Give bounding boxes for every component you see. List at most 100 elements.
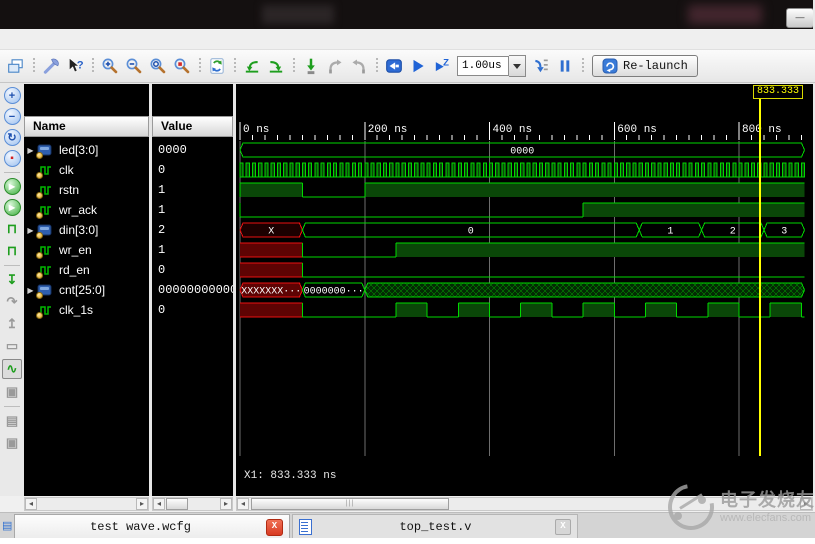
toolbar-separator (89, 55, 96, 77)
svg-text:0 ns: 0 ns (243, 124, 269, 136)
left-toolbar-separator (4, 172, 20, 173)
title-text-redacted (262, 5, 334, 24)
relaunch-label: Re-launch (623, 59, 688, 73)
relaunch-icon (602, 58, 618, 74)
prev-transition-icon[interactable]: ⊓ (3, 220, 21, 238)
marker-up-icon[interactable]: ↥ (3, 315, 21, 333)
chevron-down-icon (513, 64, 521, 69)
expand-arrow-icon[interactable]: ▶ (24, 226, 37, 235)
zoom-in-icon[interactable] (98, 54, 122, 78)
goto-bar-icon[interactable] (299, 54, 323, 78)
reload-icon[interactable]: ↻ (4, 129, 21, 146)
run-time-icon[interactable]: Z (430, 54, 454, 78)
main-toolbar: ? Z 1.00us Re-launch (0, 50, 815, 83)
run-icon[interactable] (406, 54, 430, 78)
zoom-out-icon[interactable] (122, 54, 146, 78)
value-column-header[interactable]: Value (152, 116, 233, 137)
zoom-cursor-icon[interactable] (170, 54, 194, 78)
windows-icon[interactable] (4, 54, 28, 78)
scroll-right-icon[interactable]: ▸ (136, 498, 148, 510)
step-icon[interactable] (529, 54, 553, 78)
expand-all-icon[interactable]: + (4, 87, 21, 104)
restart-icon[interactable] (382, 54, 406, 78)
svg-text:XXXXXXX···: XXXXXXX··· (241, 287, 301, 298)
console-window-icon[interactable]: ▤ (3, 412, 21, 430)
close-icon[interactable]: X (555, 519, 571, 535)
scrollbar-thumb[interactable] (166, 498, 188, 510)
wire-signal-icon (37, 263, 54, 277)
signal-name-label: clk (59, 163, 74, 177)
left-toolbar: + − ↻ ▪ ▶ ▶ ⊓ ⊓ ↧ ↷ ↥ ▭ ∿ ▣ ▤ ▣ (0, 85, 24, 513)
prev-edge-icon[interactable] (240, 54, 264, 78)
wave-window-icon[interactable]: ∿ (2, 359, 22, 379)
relaunch-button[interactable]: Re-launch (592, 55, 698, 77)
signal-row-din30[interactable]: ▶din[3:0] (24, 220, 149, 240)
run-time-value[interactable]: 1.00us (457, 56, 509, 76)
minimize-button[interactable]: — (786, 8, 814, 28)
signal-row-rd-en[interactable]: rd_en (24, 260, 149, 280)
run-time-dropdown-button[interactable] (509, 55, 526, 77)
wrench-icon[interactable] (39, 54, 63, 78)
scroll-left-icon[interactable]: ◂ (25, 498, 37, 510)
signal-row-clk-1s[interactable]: clk_1s (24, 300, 149, 320)
cursor-time-label: 833.333 (753, 85, 803, 99)
wave-panel-scrollbar[interactable]: ◂ ||| ▸ (236, 497, 813, 511)
wire-signal-icon (37, 203, 54, 217)
name-column-header[interactable]: Name (24, 116, 149, 137)
scrollbar-row: ◂ ▸ ◂ ▸ ◂ ||| ▸ (0, 496, 815, 512)
signal-badge-icon (36, 232, 43, 239)
refresh-icon[interactable] (205, 54, 229, 78)
signal-value: 0 (152, 300, 233, 320)
record-icon[interactable]: ▪ (4, 150, 21, 167)
waveform-canvas[interactable]: 0 ns200 ns400 ns600 ns800 ns0000X0123XXX… (236, 84, 813, 461)
go-start-icon[interactable]: ▶ (4, 178, 21, 195)
toolbar-separator (231, 55, 238, 77)
waveform-panel[interactable]: 0 ns200 ns400 ns600 ns800 ns0000X0123XXX… (236, 84, 813, 496)
snap-to-transition-icon[interactable]: ↧ (3, 271, 21, 289)
svg-text:Z: Z (443, 57, 449, 68)
tab-top-test-v[interactable]: top_test.v X (292, 514, 578, 539)
signal-name-label: wr_ack (59, 203, 97, 217)
redo-icon[interactable] (347, 54, 371, 78)
signal-row-wr-en[interactable]: wr_en (24, 240, 149, 260)
zoom-full-icon[interactable] (146, 54, 170, 78)
signal-row-cnt250[interactable]: ▶cnt[25:0] (24, 280, 149, 300)
scroll-right-icon[interactable]: ▸ (800, 498, 812, 510)
signal-row-wr-ack[interactable]: wr_ack (24, 200, 149, 220)
tabbar-corner-icon[interactable]: ▤ (2, 515, 13, 537)
signal-value-panel: Value 0000011210000000000000 (152, 84, 233, 496)
scroll-left-icon[interactable]: ◂ (237, 498, 249, 510)
tab-test-wave-wcfg[interactable]: test wave.wcfg X (14, 514, 290, 539)
pause-icon[interactable] (553, 54, 577, 78)
objects-window-icon[interactable]: ▣ (3, 434, 21, 452)
undo-icon[interactable] (323, 54, 347, 78)
name-panel-scrollbar[interactable]: ◂ ▸ (24, 497, 149, 511)
scroll-left-icon[interactable]: ◂ (153, 498, 165, 510)
close-icon[interactable]: X (266, 519, 283, 536)
collapse-all-icon[interactable]: − (4, 108, 21, 125)
svg-text:0000: 0000 (510, 147, 534, 158)
bus-signal-icon (37, 143, 54, 157)
scrollbar-thumb[interactable]: ||| (251, 498, 449, 510)
signal-name-label: led[3:0] (59, 143, 98, 157)
signal-row-led30[interactable]: ▶ led[3:0] (24, 140, 149, 160)
signal-row-rstn[interactable]: rstn (24, 180, 149, 200)
next-edge-icon[interactable] (264, 54, 288, 78)
go-end-icon[interactable]: ▶ (4, 199, 21, 216)
expand-arrow-icon[interactable]: ▶ (24, 286, 37, 295)
expand-arrow-icon[interactable]: ▶ (24, 146, 37, 155)
wire-signal-icon (37, 303, 54, 317)
signal-badge-icon (36, 192, 43, 199)
signal-row-clk[interactable]: clk (24, 160, 149, 180)
help-pointer-icon[interactable]: ? (63, 54, 87, 78)
cursor-status-text: X1: 833.333 ns (244, 470, 336, 482)
scroll-right-icon[interactable]: ▸ (220, 498, 232, 510)
swap-cursor-icon[interactable]: ↷ (3, 293, 21, 311)
next-transition-icon[interactable]: ⊓ (3, 242, 21, 260)
bottom-strip (0, 538, 815, 544)
document-icon (299, 519, 312, 535)
value-panel-scrollbar[interactable]: ◂ ▸ (152, 497, 233, 511)
signal-value: 0 (152, 260, 233, 280)
panel-window-icon[interactable]: ▣ (3, 383, 21, 401)
measure-icon[interactable]: ▭ (3, 337, 21, 355)
